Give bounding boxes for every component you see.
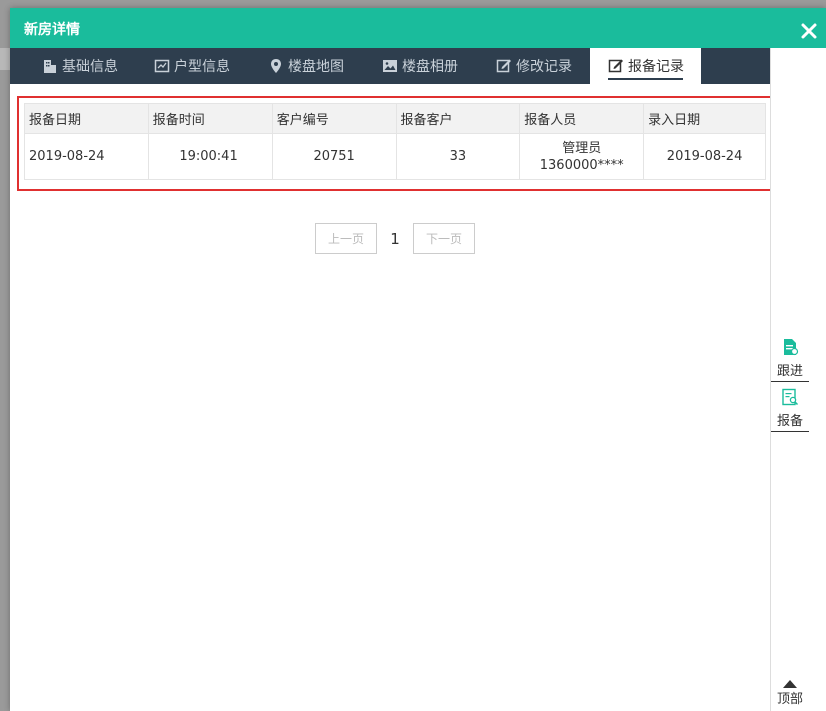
table-row[interactable]: 2019-08-24 19:00:41 20751 33 管理员 1360000… <box>24 133 766 180</box>
report-label: 报备 <box>776 414 803 429</box>
tab-label: 楼盘地图 <box>288 59 344 75</box>
dialog-title: 新房详情 <box>24 22 80 38</box>
follow-up-label: 跟进 <box>776 364 803 379</box>
right-sidebar: 跟进 报备 顶部 <box>770 48 826 711</box>
divider <box>771 431 809 432</box>
active-tab-indicator <box>608 78 683 80</box>
report-records-table: 报备日期 报备时间 客户编号 报备客户 报备人员 录入日期 2019-08-24… <box>24 103 766 180</box>
tab-building-map[interactable]: 楼盘地图 <box>268 48 344 84</box>
column-header[interactable]: 报备日期 <box>24 103 149 134</box>
edit-icon <box>496 58 512 74</box>
dialog-titlebar: 新房详情 <box>10 8 826 48</box>
column-header[interactable]: 报备客户 <box>395 103 521 134</box>
column-header[interactable]: 报备时间 <box>147 103 273 134</box>
tab-label: 户型信息 <box>174 59 230 75</box>
next-page-button[interactable]: 下一页 <box>413 223 475 254</box>
current-page-number[interactable]: 1 <box>377 230 413 248</box>
staff-name: 管理员 <box>562 140 602 156</box>
table-header-row: 报备日期 报备时间 客户编号 报备客户 报备人员 录入日期 <box>24 103 766 134</box>
follow-up-button[interactable]: 跟进 <box>771 338 809 382</box>
tab-basic-info[interactable]: 基础信息 <box>42 48 118 84</box>
tab-floorplan-info[interactable]: 户型信息 <box>154 48 230 84</box>
tab-label: 修改记录 <box>516 59 572 75</box>
house-detail-dialog: 新房详情 基础信息 户型信息 楼盘地图 楼盘相册 修改记录 报备记录 报备日期 … <box>10 8 826 711</box>
close-icon[interactable] <box>800 22 818 40</box>
prev-page-button[interactable]: 上一页 <box>315 223 377 254</box>
report-records-panel: 报备日期 报备时间 客户编号 报备客户 报备人员 录入日期 2019-08-24… <box>10 84 772 711</box>
pagination: 上一页 1 下一页 <box>315 223 475 254</box>
staff-phone: 1360000**** <box>539 157 624 173</box>
tab-edit-log[interactable]: 修改记录 <box>496 48 572 84</box>
building-icon <box>42 58 58 74</box>
column-header[interactable]: 录入日期 <box>643 103 766 134</box>
tab-label: 楼盘相册 <box>402 59 458 75</box>
document-icon <box>781 338 799 356</box>
back-to-top-label: 顶部 <box>776 692 803 707</box>
highlight-box: 报备日期 报备时间 客户编号 报备客户 报备人员 录入日期 2019-08-24… <box>17 96 772 191</box>
cell-customer-number: 20751 <box>271 133 397 180</box>
cell-entry-date: 2019-08-24 <box>643 133 766 180</box>
cell-report-staff: 管理员 1360000**** <box>519 133 645 180</box>
cell-report-customer: 33 <box>395 133 521 180</box>
image-icon <box>382 58 398 74</box>
cell-report-time: 19:00:41 <box>147 133 273 180</box>
edit-icon <box>608 58 624 74</box>
back-to-top-button[interactable]: 顶部 <box>771 678 809 707</box>
report-button[interactable]: 报备 <box>771 388 809 432</box>
floorplan-icon <box>154 58 170 74</box>
cell-report-date: 2019-08-24 <box>24 133 149 180</box>
map-pin-icon <box>268 58 284 74</box>
divider <box>771 381 809 382</box>
tab-label: 基础信息 <box>62 59 118 75</box>
column-header[interactable]: 客户编号 <box>271 103 397 134</box>
column-header[interactable]: 报备人员 <box>519 103 645 134</box>
tab-building-album[interactable]: 楼盘相册 <box>382 48 458 84</box>
tab-bar: 基础信息 户型信息 楼盘地图 楼盘相册 修改记录 报备记录 <box>10 48 770 84</box>
arrow-up-icon <box>781 678 799 688</box>
tab-report-records[interactable]: 报备记录 <box>590 48 701 84</box>
search-document-icon <box>781 388 799 406</box>
tab-label: 报备记录 <box>628 59 684 75</box>
